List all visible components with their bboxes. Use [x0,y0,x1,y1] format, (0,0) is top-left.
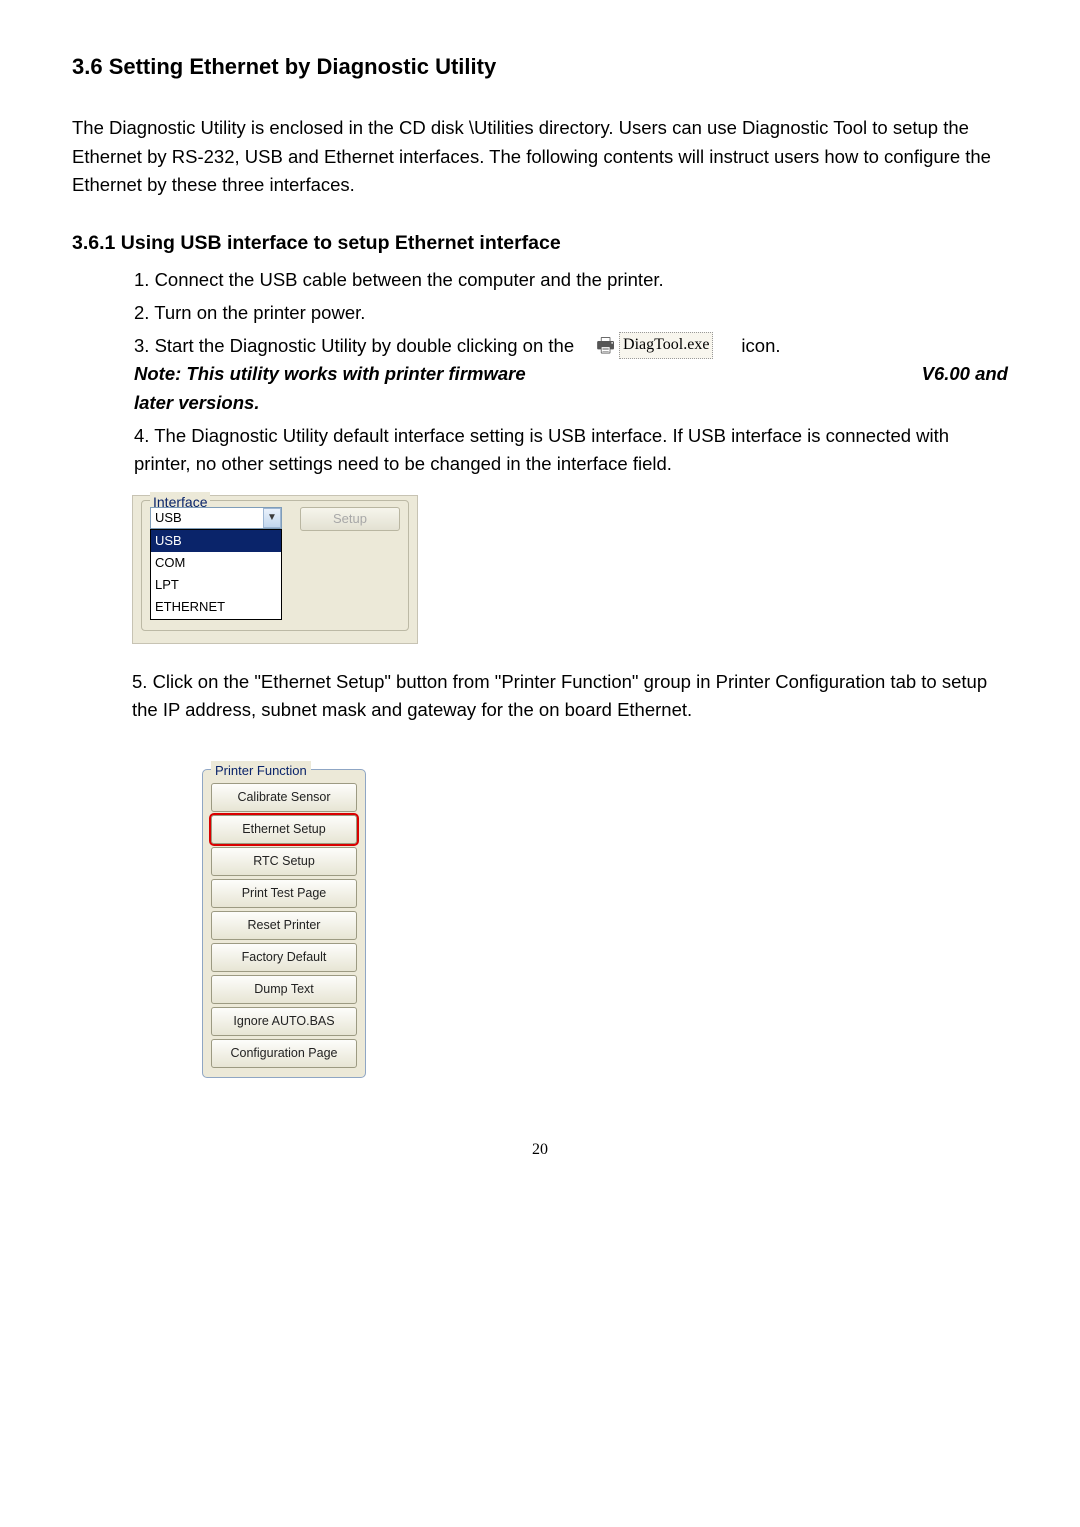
step-1: 1. Connect the USB cable between the com… [134,266,1008,295]
interface-option-ethernet[interactable]: ETHERNET [151,596,281,618]
step-5: 5. Click on the "Ethernet Setup" button … [132,668,1008,725]
step-3: 3. Start the Diagnostic Utility by doubl… [134,332,1008,418]
interface-selected-value: USB [155,508,182,528]
dump-text-button[interactable]: Dump Text [211,975,357,1004]
calibrate-sensor-button[interactable]: Calibrate Sensor [211,783,357,812]
interface-option-usb[interactable]: USB [151,530,281,552]
diagtool-exe-label: DiagTool.exe [619,332,713,359]
print-test-page-button[interactable]: Print Test Page [211,879,357,908]
configuration-page-button[interactable]: Configuration Page [211,1039,357,1068]
printer-icon: 🖶 [596,336,615,356]
reset-printer-button[interactable]: Reset Printer [211,911,357,940]
step-4: 4. The Diagnostic Utility default interf… [134,422,1008,479]
page-number: 20 [72,1138,1008,1163]
rtc-setup-button[interactable]: RTC Setup [211,847,357,876]
step-3-post-text: icon. [741,332,780,361]
note-continued: later versions. [134,389,1008,418]
note-right: V6.00 and [922,360,1008,389]
interface-combo[interactable]: USB ▼ USB COM LPT ETHERNET [150,507,282,620]
intro-paragraph: The Diagnostic Utility is enclosed in th… [72,114,1008,200]
interface-setup-button: Setup [300,507,400,531]
section-heading: 3.6 Setting Ethernet by Diagnostic Utili… [72,50,1008,84]
printer-function-legend: Printer Function [211,761,311,781]
ignore-autobas-button[interactable]: Ignore AUTO.BAS [211,1007,357,1036]
diagtool-icon: 🖶 DiagTool.exe [596,332,713,359]
factory-default-button[interactable]: Factory Default [211,943,357,972]
step-list: 1. Connect the USB cable between the com… [134,266,1008,479]
ethernet-setup-button[interactable]: Ethernet Setup [211,815,357,844]
interface-option-lpt[interactable]: LPT [151,574,281,596]
subsection-heading: 3.6.1 Using USB interface to setup Ether… [72,228,1008,258]
interface-panel: Interface USB ▼ USB COM LPT ETHERNET Set… [132,495,418,644]
step-3-pre-text: 3. Start the Diagnostic Utility by doubl… [134,332,574,361]
note-left: Note: This utility works with printer fi… [134,360,526,389]
step-2: 2. Turn on the printer power. [134,299,1008,328]
interface-combo-list: USB COM LPT ETHERNET [150,529,282,620]
interface-option-com[interactable]: COM [151,552,281,574]
printer-function-panel: Printer Function Calibrate Sensor Ethern… [202,769,1008,1078]
chevron-down-icon[interactable]: ▼ [263,508,281,528]
